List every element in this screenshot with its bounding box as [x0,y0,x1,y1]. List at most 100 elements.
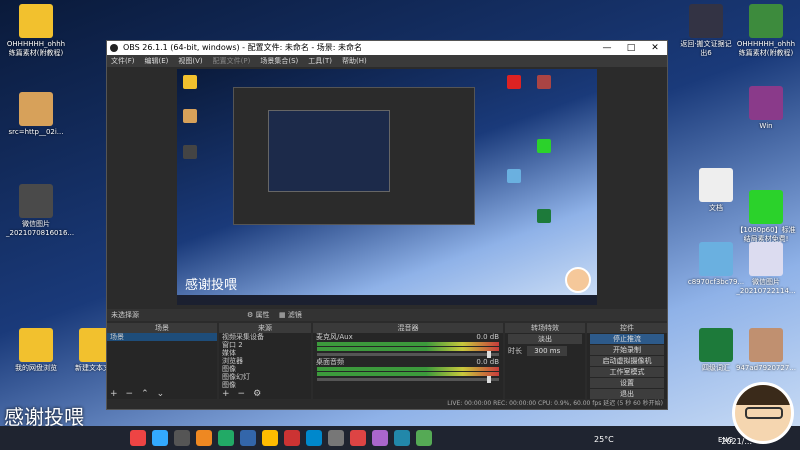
app-icon[interactable] [196,430,212,446]
source-item[interactable]: 图像 [219,365,311,373]
menu-view[interactable]: 视图(V) [178,55,202,67]
audio-meter [317,342,499,346]
menu-help[interactable]: 帮助(H) [342,55,367,67]
add-scene-button[interactable]: + [110,389,118,399]
mixer-header: 混音器 [313,323,503,333]
source-item[interactable]: 窗口 2 [219,341,311,349]
app-icon[interactable] [262,430,278,446]
close-button[interactable]: ✕ [643,41,667,55]
desktop-icon[interactable]: 我的网盘浏览 [6,328,66,373]
obs-logo-icon [110,44,118,52]
move-up-button[interactable]: ⌃ [141,389,149,399]
menu-tools[interactable]: 工具(T) [308,55,332,67]
start-recording-button[interactable]: 开始录制 [590,345,664,355]
source-settings-button[interactable]: ⚙ [253,389,261,399]
volume-slider[interactable] [317,376,499,383]
wechat-icon[interactable] [416,430,432,446]
desktop-icon-label: 微信图片 _20210722114... [736,278,796,295]
exit-button[interactable]: 退出 [590,389,664,399]
properties-button[interactable]: ⚙ 属性 [247,309,270,321]
preview-taskbar [177,295,597,305]
streamer-avatar [732,382,794,444]
preview-green-icon [537,139,551,153]
desktop-icon[interactable]: Win [736,86,796,131]
preview-canvas[interactable]: 感谢投喂 [177,69,597,305]
obs-title: OBS 26.1.1 (64-bit, windows) - 配置文件: 未命名… [123,43,363,52]
desktop-icon-image [749,86,783,120]
menu-scene-collection[interactable]: 场景集合(S) [260,55,298,67]
desktop-icon-image [689,4,723,38]
desktop-icon[interactable]: 微信图片 _20210722114... [736,242,796,296]
preview-nested-obs-2 [268,110,390,192]
desktop-icon[interactable]: 文档 [686,168,746,213]
menu-edit[interactable]: 编辑(E) [145,55,169,67]
steam-icon[interactable] [240,430,256,446]
mixer-track-name: 桌面音频 0.0 dB [316,358,499,366]
desktop-icon-label: OHHHHHH_ohhh 练篇素材(附教程) [6,40,66,57]
mixer-track-name: 麦克风/Aux 0.0 dB [316,333,499,341]
desktop-icon[interactable]: OHHHHHH_ohhh 练篇素材(附教程) [736,4,796,58]
desktop-icon-image [749,328,783,362]
scenes-header: 场景 [107,323,217,333]
studio-mode-button[interactable]: 工作室模式 [590,367,664,377]
desktop-icon-image [749,190,783,224]
source-item[interactable]: 图像 [219,381,311,389]
desktop-icon[interactable]: 微信图片 _2021070816016... [6,184,75,238]
duration-row: 时长 300 ms [505,345,585,356]
duration-input[interactable]: 300 ms [527,346,568,356]
desktop-icon[interactable]: 返回·搬文证据记 出6 [676,4,736,58]
filters-button[interactable]: ▦ 滤镜 [279,309,302,321]
volume-slider[interactable] [317,351,499,358]
scene-item[interactable]: 场景 [107,333,217,341]
desktop-icon-image [699,328,733,362]
preview-nested-obs [233,87,475,225]
desktop-icon[interactable]: src=http__02i... [6,92,66,137]
preview-excel-icon [537,209,551,223]
photoshop-icon[interactable] [394,430,410,446]
app-icon[interactable] [284,430,300,446]
menu-profile[interactable]: 配置文件(P) [213,55,251,67]
add-source-button[interactable]: + [222,389,230,399]
controls-dock: 控件 停止推流 开始录制 启动虚拟摄像机 工作室模式 设置 退出 [587,323,667,399]
app-icon[interactable] [350,430,366,446]
desktop-icon[interactable]: 947ad7920727... [736,328,796,373]
menu-file[interactable]: 文件(F) [111,55,135,67]
remove-source-button[interactable]: − [238,389,246,399]
app-icon[interactable] [218,430,234,446]
source-item[interactable]: 图像幻灯 [219,373,311,381]
preview-circle-icon [507,169,521,183]
settings-button[interactable]: 设置 [590,378,664,388]
app-icon[interactable] [328,430,344,446]
maximize-button[interactable]: □ [619,41,643,55]
chrome-icon[interactable] [130,430,146,446]
source-item[interactable]: 媒体 [219,349,311,357]
obs-menu-bar: 文件(F) 编辑(E) 视图(V) 配置文件(P) 场景集合(S) 工具(T) … [107,55,667,67]
preview-winrar-icon [537,75,551,89]
app-icon[interactable] [174,430,190,446]
transition-select[interactable]: 淡出 [508,334,582,344]
app-icon[interactable] [152,430,168,446]
desktop-icon-label: src=http__02i... [8,128,64,136]
obs-docks: 场景 场景 + − ⌃ ⌄ 来源 视频采集设备 窗口 2 媒体 浏览器 图像 图像幻灯… [107,323,667,399]
minimize-button[interactable]: — [595,41,619,55]
stop-streaming-button[interactable]: 停止推流 [590,334,664,344]
remove-scene-button[interactable]: − [126,389,134,399]
desktop-icon-label: 微信图片 _2021070816016... [6,220,75,237]
sources-header: 来源 [219,323,311,333]
desktop-icon[interactable]: OHHHHHH_ohhh 练篇素材(附教程) [6,4,66,58]
virtual-camera-button[interactable]: 启动虚拟摄像机 [590,356,664,366]
no-source-label: 未选择源 [111,311,139,319]
move-down-button[interactable]: ⌄ [157,389,165,399]
sources-dock: 来源 视频采集设备 窗口 2 媒体 浏览器 图像 图像幻灯 图像 + − ⚙ [219,323,311,399]
source-item[interactable]: 浏览器 [219,357,311,365]
desktop-icon-image [19,184,53,218]
audio-meter [317,367,499,371]
transitions-dock: 转场特效 淡出 时长 300 ms [505,323,585,399]
app-icon[interactable] [306,430,322,446]
source-item[interactable]: 视频采集设备 [219,333,311,341]
audio-meter [317,372,499,376]
weather-temp[interactable]: 25°C [594,435,614,444]
windows-taskbar [0,426,800,450]
preview-thanks-text: 感谢投喂 [185,278,238,293]
app-icon[interactable] [372,430,388,446]
